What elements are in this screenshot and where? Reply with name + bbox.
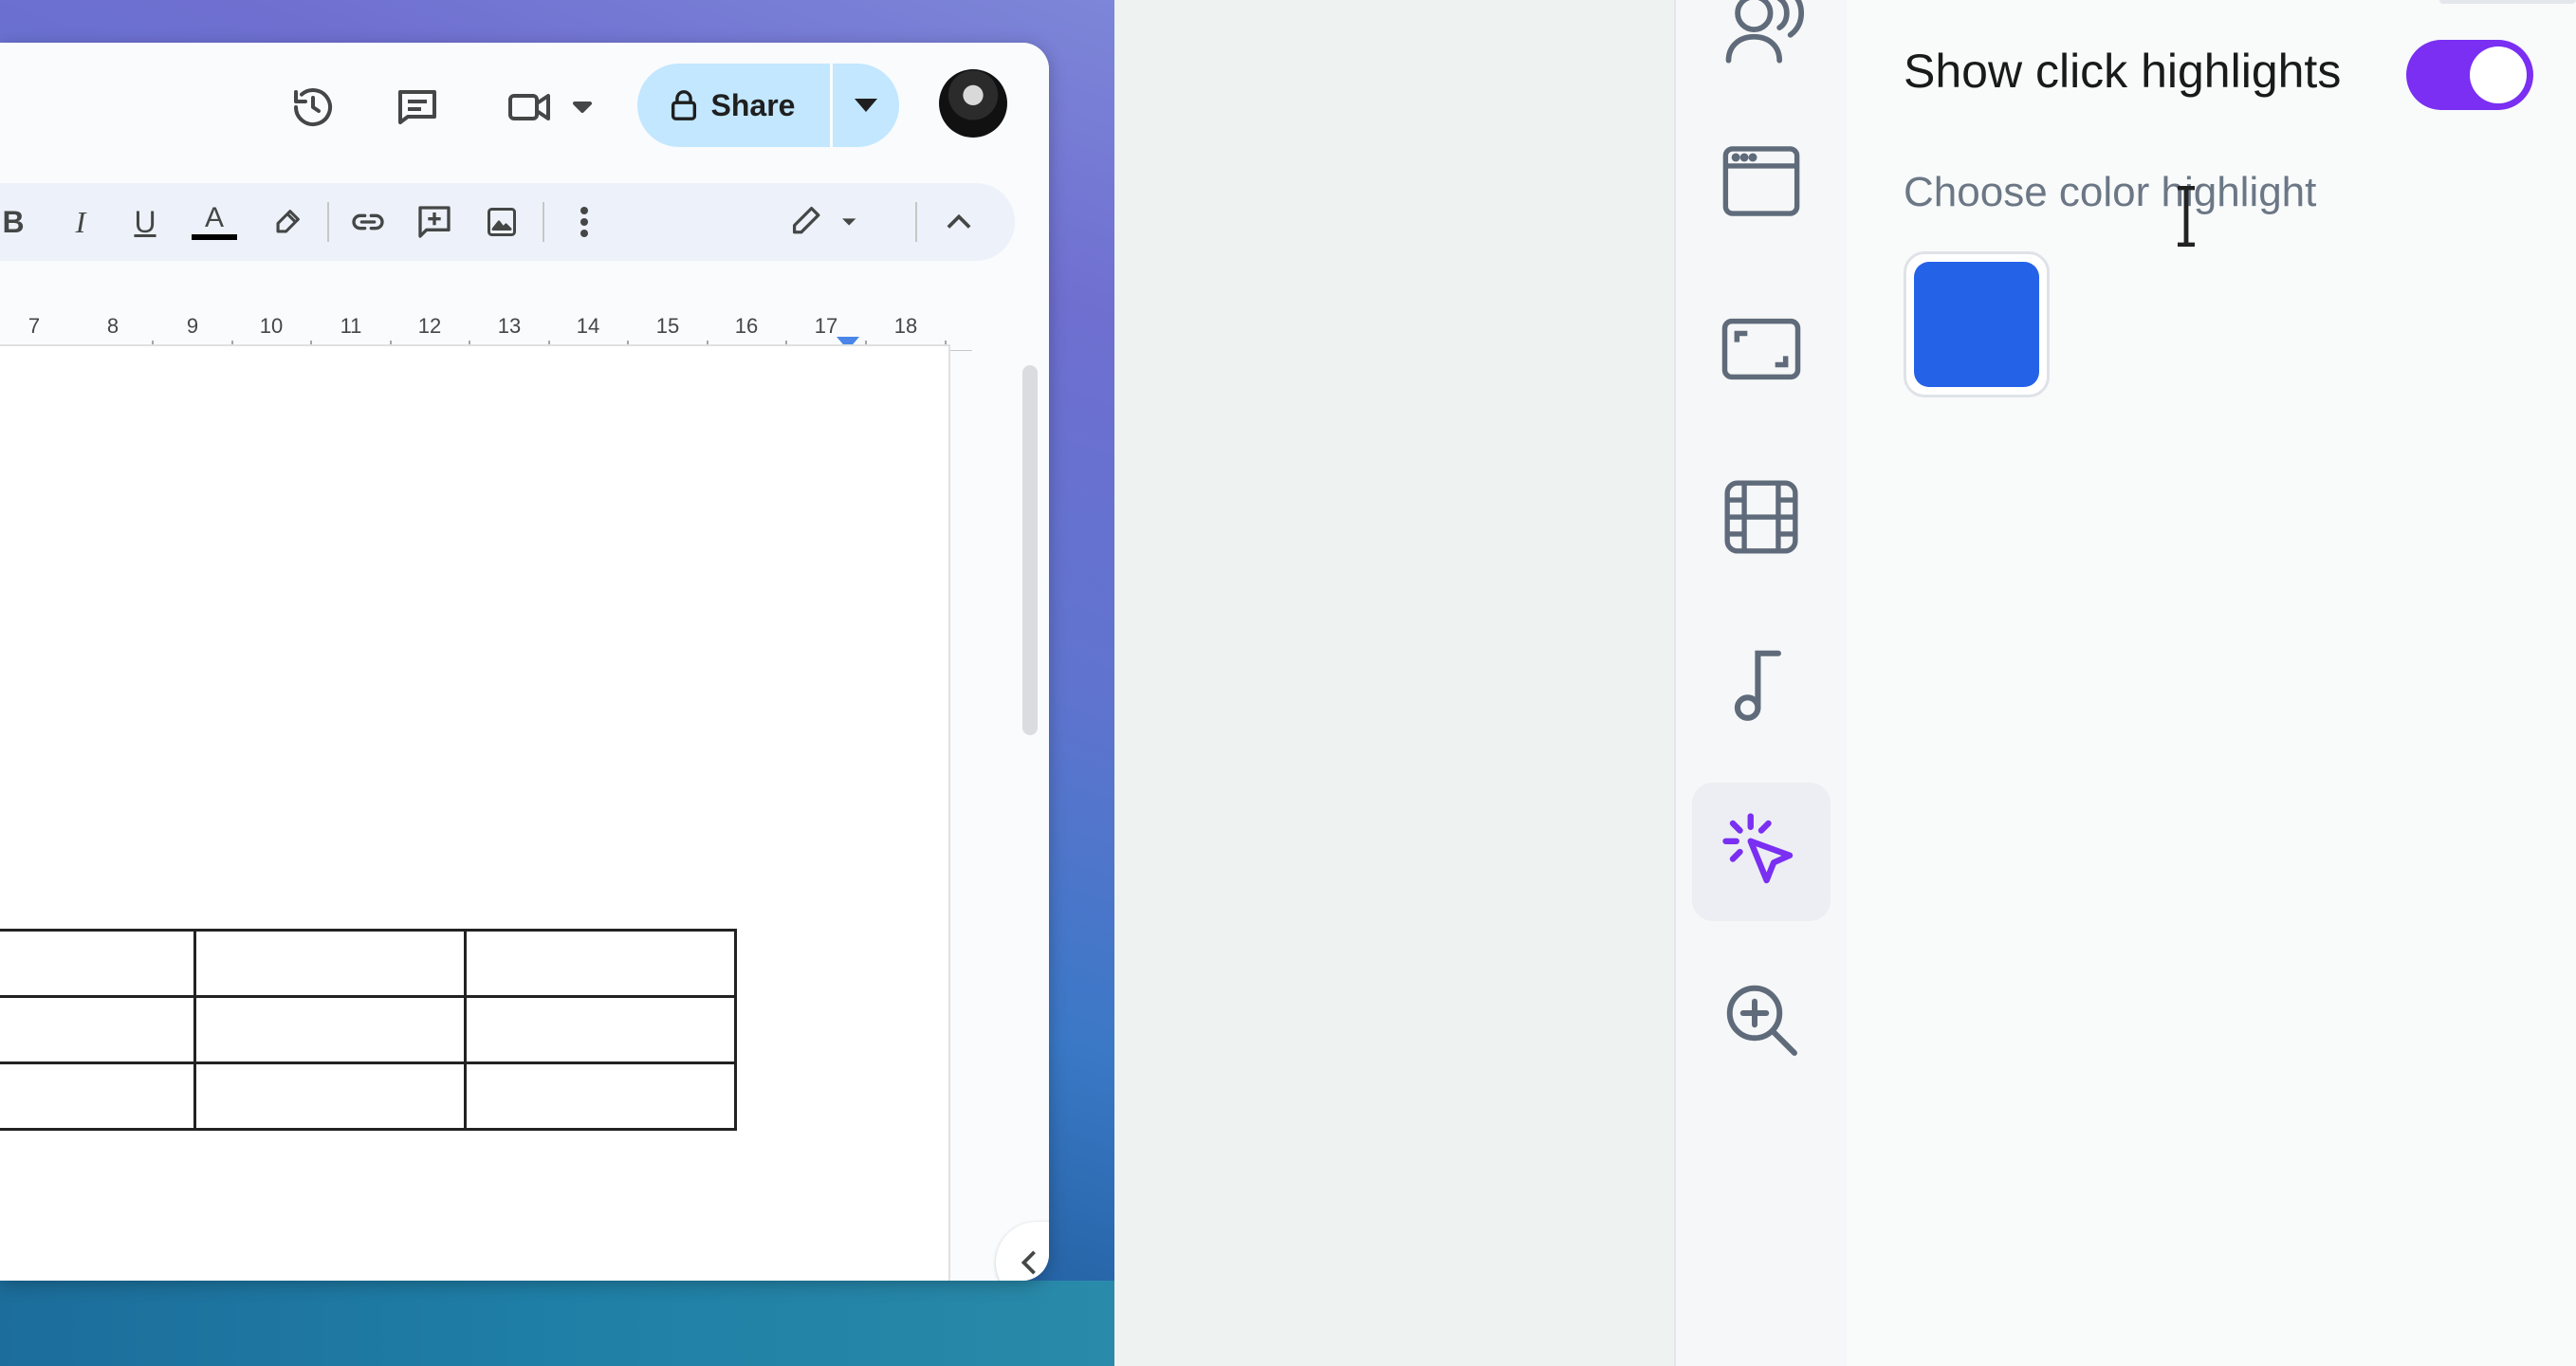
format-toolbar: B I U A <box>0 183 1015 261</box>
voice-icon[interactable] <box>1692 0 1831 101</box>
underline-button[interactable]: U <box>123 183 167 261</box>
bold-button[interactable]: B <box>0 183 32 261</box>
document-table[interactable] <box>0 929 737 1131</box>
recorder-icon-rail <box>1674 0 1849 1366</box>
zoom-in-icon[interactable] <box>1692 951 1831 1089</box>
ruler-number: 13 <box>497 314 522 338</box>
meet-camera-icon[interactable] <box>503 79 598 136</box>
ruler-number: 11 <box>340 314 362 338</box>
dock-area <box>0 1281 1114 1366</box>
insert-image-icon[interactable] <box>477 183 526 261</box>
panel-top-edge <box>2439 0 2576 4</box>
share-main[interactable]: Share <box>637 64 827 147</box>
ruler-number: 7 <box>28 314 41 338</box>
table-cell[interactable] <box>193 1061 467 1131</box>
click-highlight-settings: Show click highlights Choose color highl… <box>1847 0 2576 1366</box>
table-cell[interactable] <box>0 1061 196 1131</box>
pencil-icon <box>792 206 856 234</box>
music-note-icon[interactable] <box>1692 615 1831 753</box>
docs-window: Share B I U A 7 8 9 10 11 12 13 14 15 16… <box>0 43 1049 1281</box>
browser-window-icon[interactable] <box>1692 112 1831 250</box>
ruler-number: 9 <box>186 314 199 338</box>
text-color-button[interactable]: A <box>190 183 239 261</box>
choose-color-label: Choose color highlight <box>1904 169 2317 215</box>
toolbar-separator <box>915 202 917 242</box>
editing-mode-dropdown[interactable] <box>787 183 863 261</box>
share-dropdown[interactable] <box>833 64 899 147</box>
table-cell[interactable] <box>193 995 467 1064</box>
table-cell[interactable] <box>464 995 737 1064</box>
film-icon[interactable] <box>1692 448 1831 586</box>
toggle-knob <box>2470 46 2527 103</box>
table-cell[interactable] <box>0 995 196 1064</box>
text-color-bar <box>192 234 237 240</box>
text-cursor-icon <box>2178 186 2195 247</box>
ruler-number: 18 <box>893 314 918 338</box>
italic-button[interactable]: I <box>59 183 102 261</box>
share-button[interactable]: Share <box>637 64 899 147</box>
add-comment-icon[interactable] <box>410 183 459 261</box>
click-highlight-icon[interactable] <box>1692 783 1831 921</box>
document-page[interactable] <box>0 344 950 1281</box>
table-cell[interactable] <box>0 929 196 998</box>
highlight-color-picker[interactable] <box>1904 251 2050 397</box>
toolbar-separator <box>543 202 544 242</box>
toolbar-separator <box>327 202 329 242</box>
ruler-number: 14 <box>576 314 600 338</box>
insert-link-icon[interactable] <box>343 183 393 261</box>
ruler-number: 10 <box>259 314 284 338</box>
show-click-highlights-toggle[interactable] <box>2406 40 2533 110</box>
ruler-number: 12 <box>417 314 442 338</box>
side-panel-toggle[interactable] <box>996 1222 1049 1281</box>
show-click-highlights-label: Show click highlights <box>1904 45 2342 98</box>
caret-down-icon <box>855 99 877 112</box>
ruler-number: 16 <box>734 314 759 338</box>
version-history-icon[interactable] <box>285 79 341 136</box>
lock-icon <box>671 90 696 120</box>
table-row <box>0 929 737 998</box>
screen-area-icon[interactable] <box>1692 280 1831 418</box>
docs-titlebar: Share <box>0 43 1049 166</box>
text-color-letter: A <box>204 202 224 233</box>
highlight-color-swatch[interactable] <box>1914 262 2039 387</box>
table-cell[interactable] <box>193 929 467 998</box>
table-row <box>0 995 737 1064</box>
table-cell[interactable] <box>464 929 737 998</box>
vertical-scrollbar[interactable] <box>1022 365 1038 735</box>
ruler-number: 8 <box>106 314 120 338</box>
chevron-left-icon <box>1021 1250 1036 1275</box>
share-label: Share <box>710 87 796 122</box>
user-avatar[interactable] <box>939 69 1007 138</box>
table-cell[interactable] <box>464 1061 737 1131</box>
comments-icon[interactable] <box>389 79 446 136</box>
ruler-number: 15 <box>655 314 680 338</box>
table-row <box>0 1061 737 1131</box>
highlight-pen-icon[interactable] <box>264 183 311 261</box>
more-options-icon[interactable] <box>565 183 603 261</box>
app-background <box>1114 0 1674 1366</box>
hide-menus-chevron-icon[interactable] <box>934 183 984 261</box>
